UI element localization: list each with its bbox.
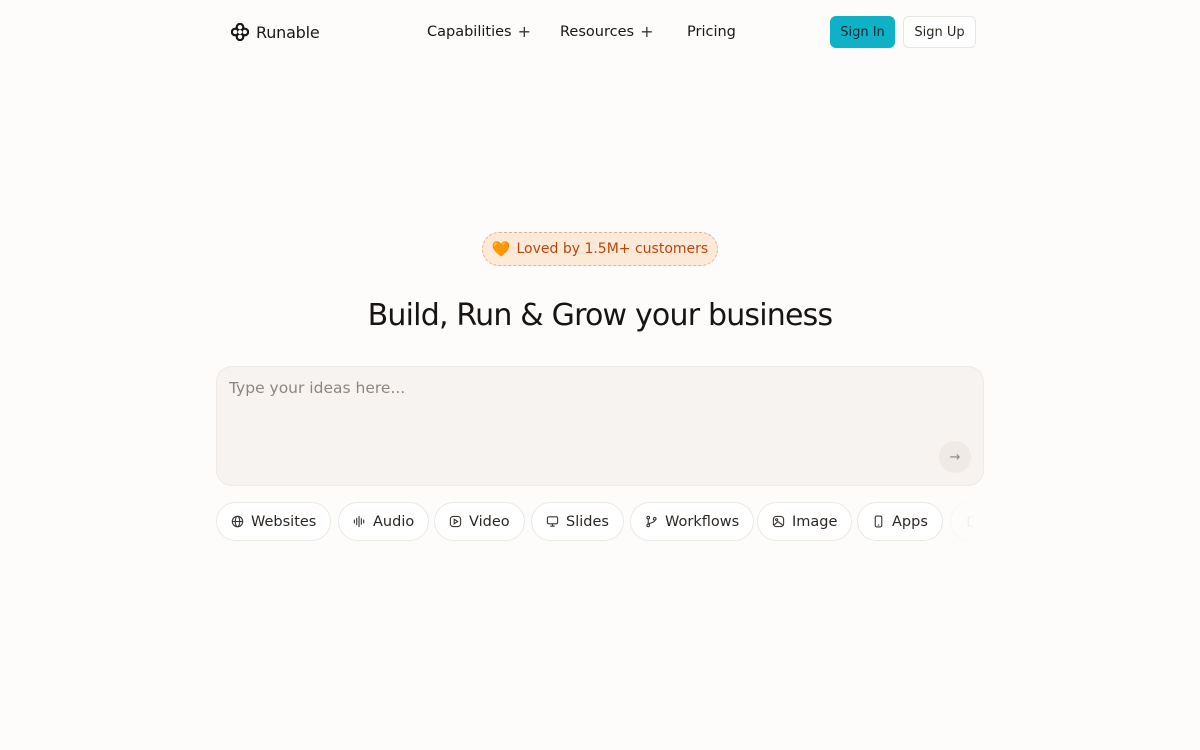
prompt-box: → — [216, 366, 984, 486]
partial-chip-icon — [965, 515, 978, 528]
nav-item-label: Pricing — [687, 24, 736, 40]
nav-item-capabilities[interactable]: Capabilities + — [427, 20, 531, 44]
send-button[interactable]: → — [939, 441, 971, 473]
nav-item-pricing[interactable]: Pricing — [687, 20, 736, 44]
chip-partial[interactable] — [950, 502, 984, 541]
brand-logo-link[interactable]: Runable — [231, 20, 320, 44]
waveform-icon — [353, 515, 366, 528]
globe-icon — [231, 515, 244, 528]
chip-label: Slides — [566, 513, 609, 530]
nav-item-resources[interactable]: Resources + — [560, 20, 653, 44]
social-proof-badge: 🧡 Loved by 1.5M+ customers — [482, 232, 718, 266]
chip-label: Video — [469, 513, 510, 530]
chip-video[interactable]: Video — [434, 502, 525, 541]
capability-chips: Websites Audio Video Slides Workflows Im… — [216, 502, 984, 542]
four-dot-flower-icon — [231, 23, 249, 41]
chip-workflows[interactable]: Workflows — [630, 502, 755, 541]
brand-name: Runable — [256, 22, 320, 42]
chip-label: Websites — [251, 513, 317, 530]
prompt-input[interactable] — [229, 379, 929, 469]
badge-text: Loved by 1.5M+ customers — [516, 241, 709, 257]
chip-label: Image — [792, 513, 838, 530]
monitor-icon — [546, 515, 559, 528]
sign-up-button[interactable]: Sign Up — [903, 16, 976, 48]
plus-icon: + — [517, 22, 531, 41]
plus-icon: + — [640, 22, 654, 41]
chip-websites[interactable]: Websites — [216, 502, 332, 541]
arrow-right-icon: → — [949, 449, 961, 465]
chip-label: Apps — [892, 513, 928, 530]
chip-label: Audio — [373, 513, 415, 530]
smartphone-icon — [872, 515, 885, 528]
git-branch-icon — [645, 515, 658, 528]
chip-apps[interactable]: Apps — [857, 502, 943, 541]
chip-audio[interactable]: Audio — [338, 502, 430, 541]
top-nav-bar: Runable Capabilities + Resources + Prici… — [0, 0, 1200, 64]
chip-label: Workflows — [665, 513, 740, 530]
page-title: Build, Run & Grow your business — [367, 298, 833, 333]
sign-in-button[interactable]: Sign In — [830, 16, 895, 48]
video-icon — [449, 515, 462, 528]
nav-item-label: Resources — [560, 24, 635, 40]
nav-item-label: Capabilities — [427, 24, 512, 40]
heart-icon: 🧡 — [491, 239, 511, 258]
chip-slides[interactable]: Slides — [531, 502, 624, 541]
chip-image[interactable]: Image — [757, 502, 853, 541]
image-icon — [772, 515, 785, 528]
